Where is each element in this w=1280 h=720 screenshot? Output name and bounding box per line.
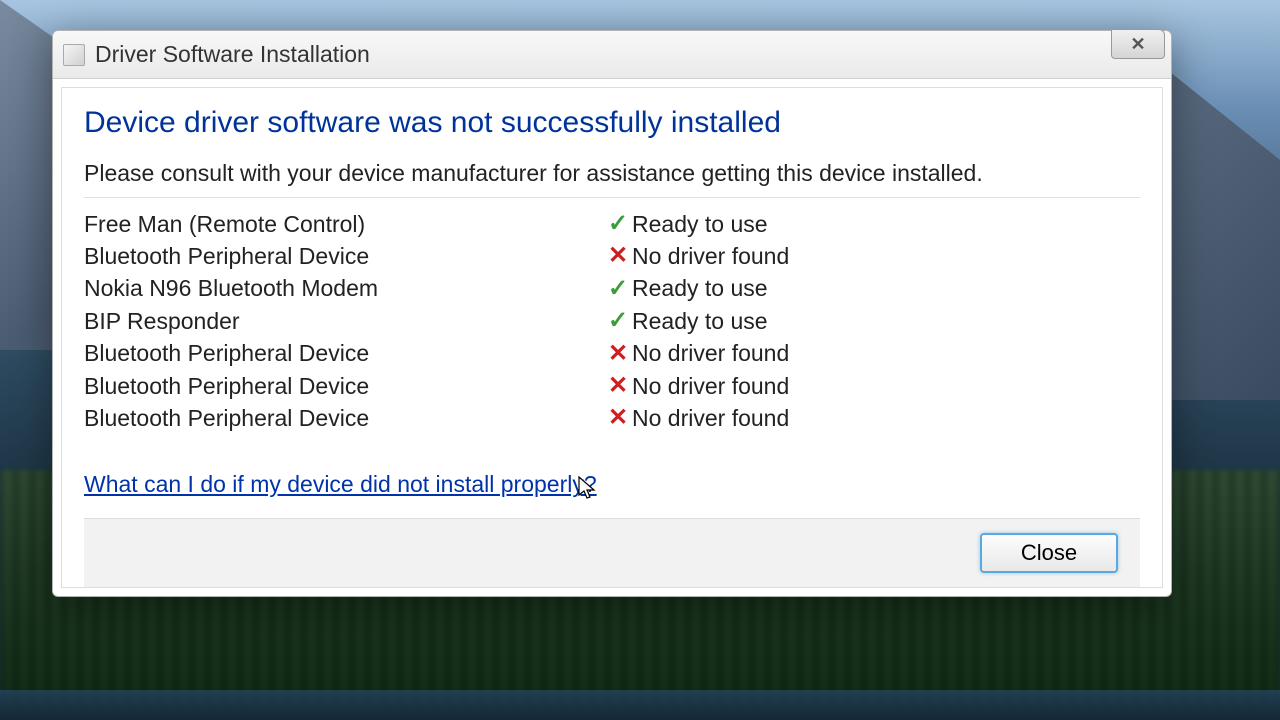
close-button[interactable]: ✕ [1111,29,1165,59]
device-status-list: Free Man (Remote Control)✓Ready to useBl… [84,208,1140,435]
device-name: Bluetooth Peripheral Device [84,338,604,369]
cross-icon: ✕ [604,370,632,402]
help-link[interactable]: What can I do if my device did not insta… [84,471,597,498]
titlebar[interactable]: Driver Software Installation ✕ [53,31,1171,79]
close-icon: ✕ [1130,34,1145,55]
dialog-subtext: Please consult with your device manufact… [84,160,1140,198]
dialog-heading: Device driver software was not successfu… [84,106,1140,140]
device-name: Bluetooth Peripheral Device [84,403,604,434]
device-status: Ready to use [632,306,1140,337]
device-status: No driver found [632,241,1140,272]
window-title: Driver Software Installation [95,41,370,68]
check-icon: ✓ [604,273,632,305]
driver-install-dialog: Driver Software Installation ✕ Device dr… [52,30,1172,597]
device-row: Bluetooth Peripheral Device✕No driver fo… [84,402,1140,434]
device-name: Free Man (Remote Control) [84,209,604,240]
device-status: Ready to use [632,273,1140,304]
device-row: Nokia N96 Bluetooth Modem✓Ready to use [84,273,1140,305]
device-status: Ready to use [632,209,1140,240]
device-name: Bluetooth Peripheral Device [84,241,604,272]
device-status: No driver found [632,403,1140,434]
device-name: BIP Responder [84,306,604,337]
device-row: Bluetooth Peripheral Device✕No driver fo… [84,370,1140,402]
cross-icon: ✕ [604,240,632,272]
device-row: Bluetooth Peripheral Device✕No driver fo… [84,338,1140,370]
device-status: No driver found [632,371,1140,402]
installer-icon [63,44,85,66]
taskbar[interactable] [0,690,1280,720]
check-icon: ✓ [604,208,632,240]
cross-icon: ✕ [604,402,632,434]
close-dialog-button[interactable]: Close [980,533,1118,573]
check-icon: ✓ [604,305,632,337]
button-bar: Close [84,518,1140,587]
device-row: BIP Responder✓Ready to use [84,305,1140,337]
device-name: Nokia N96 Bluetooth Modem [84,273,604,304]
device-name: Bluetooth Peripheral Device [84,371,604,402]
device-row: Bluetooth Peripheral Device✕No driver fo… [84,240,1140,272]
cross-icon: ✕ [604,338,632,370]
device-row: Free Man (Remote Control)✓Ready to use [84,208,1140,240]
dialog-body: Device driver software was not successfu… [53,79,1171,596]
device-status: No driver found [632,338,1140,369]
